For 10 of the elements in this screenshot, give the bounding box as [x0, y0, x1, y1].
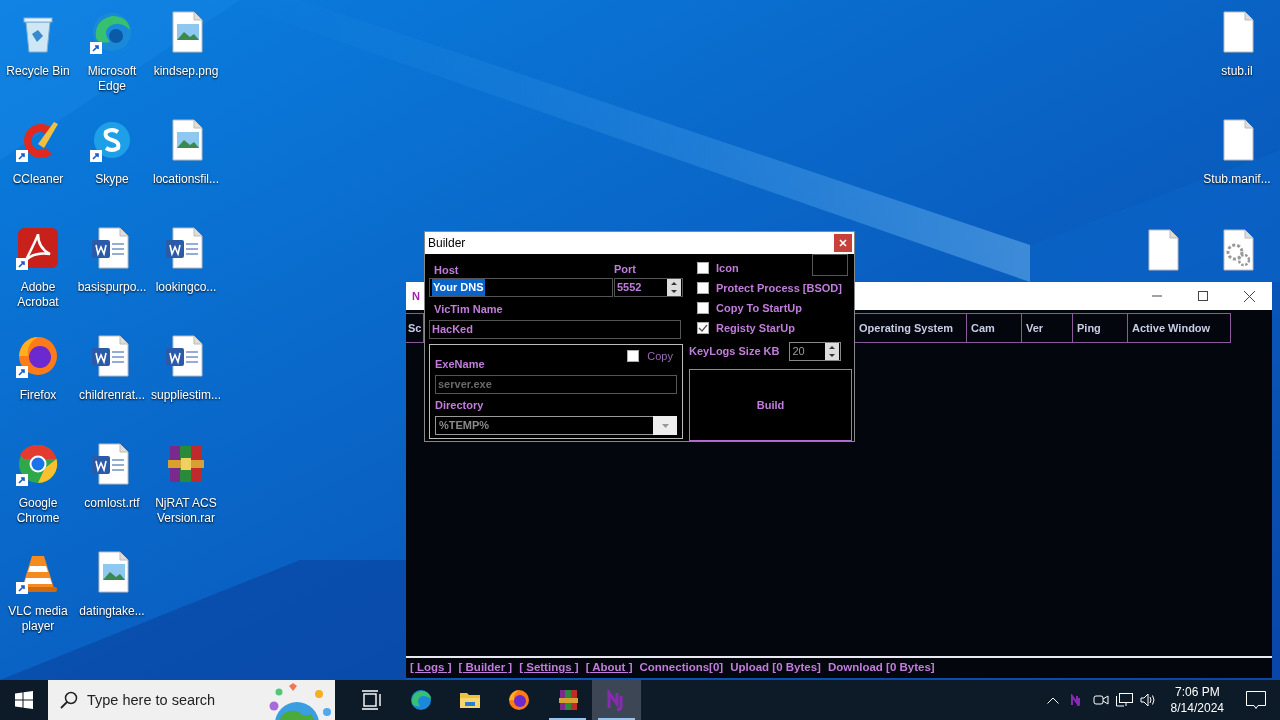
clock-time[interactable]: 7:06 PM: [1170, 684, 1224, 700]
browser-icon: [507, 689, 530, 711]
windows-logo-icon: [15, 691, 33, 709]
taskbar-app[interactable]: [592, 680, 641, 720]
clock-date[interactable]: 8/14/2024: [1170, 700, 1224, 716]
archive-icon: [556, 689, 579, 711]
search-field[interactable]: Type here to search: [48, 680, 335, 720]
browser-icon: [409, 689, 432, 711]
task-view-icon: [360, 689, 383, 711]
search-icon: [60, 691, 78, 709]
